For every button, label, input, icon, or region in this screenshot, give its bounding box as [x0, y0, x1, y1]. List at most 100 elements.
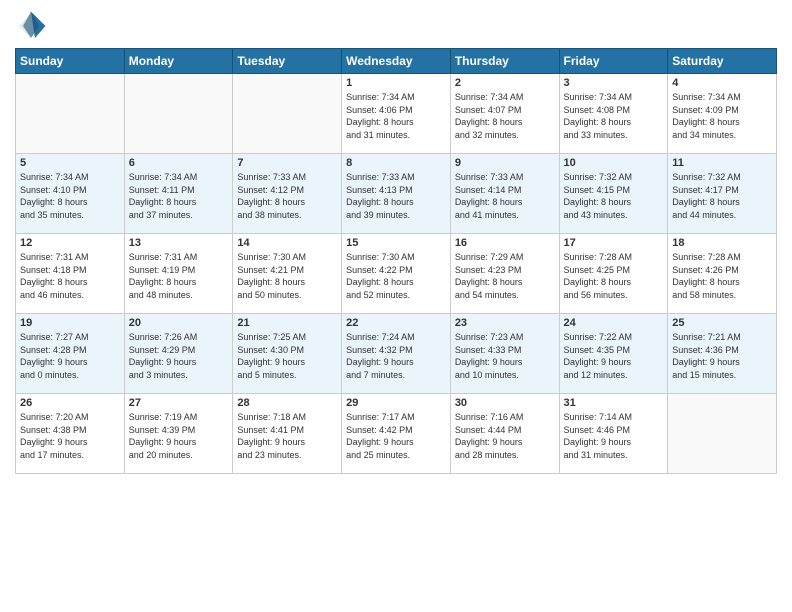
day-number: 23	[455, 317, 555, 329]
calendar-week-row: 26 Sunrise: 7:20 AM Sunset: 4:38 PM Dayli…	[16, 394, 777, 474]
day-info: Sunrise: 7:28 AM Sunset: 4:25 PM Dayligh…	[564, 251, 664, 301]
day-info: Sunrise: 7:33 AM Sunset: 4:13 PM Dayligh…	[346, 171, 446, 221]
calendar-week-row: 1 Sunrise: 7:34 AM Sunset: 4:06 PM Daylig…	[16, 74, 777, 154]
calendar-day-cell	[124, 74, 233, 154]
day-info: Sunrise: 7:26 AM Sunset: 4:29 PM Dayligh…	[129, 331, 229, 381]
calendar-day-header: Saturday	[668, 49, 777, 74]
calendar-day-cell: 9Sunrise: 7:33 AM Sunset: 4:14 PM Daylig…	[450, 154, 559, 234]
day-info: Sunrise: 7:33 AM Sunset: 4:12 PM Dayligh…	[237, 171, 337, 221]
calendar-day-cell: 28 Sunrise: 7:18 AM Sunset: 4:41 PM Dayli…	[233, 394, 342, 474]
day-info: Sunrise: 7:32 AM Sunset: 4:17 PM Dayligh…	[672, 171, 772, 221]
day-number: 19	[20, 317, 120, 329]
day-number: 8	[346, 157, 446, 169]
day-number: 18	[672, 237, 772, 249]
day-number: 15	[346, 237, 446, 249]
calendar-day-header: Sunday	[16, 49, 125, 74]
calendar-day-header: Tuesday	[233, 49, 342, 74]
calendar-day-cell: 29 Sunrise: 7:17 AM Sunset: 4:42 PM Dayli…	[342, 394, 451, 474]
day-number: 17	[564, 237, 664, 249]
day-info: Sunrise: 7:34 AM Sunset: 4:06 PM Dayligh…	[346, 91, 446, 141]
calendar-day-cell: 2Sunrise: 7:34 AM Sunset: 4:07 PM Daylig…	[450, 74, 559, 154]
calendar-day-cell: 3 Sunrise: 7:34 AM Sunset: 4:08 PM Daylig…	[559, 74, 668, 154]
day-info: Sunrise: 7:17 AM Sunset: 4:42 PM Dayligh…	[346, 411, 446, 461]
calendar-day-cell: 16 Sunrise: 7:29 AM Sunset: 4:23 PM Dayli…	[450, 234, 559, 314]
day-number: 5	[20, 157, 120, 169]
day-info: Sunrise: 7:34 AM Sunset: 4:10 PM Dayligh…	[20, 171, 120, 221]
day-number: 7	[237, 157, 337, 169]
calendar-day-cell: 17 Sunrise: 7:28 AM Sunset: 4:25 PM Dayli…	[559, 234, 668, 314]
calendar-table: SundayMondayTuesdayWednesdayThursdayFrid…	[15, 48, 777, 474]
day-number: 29	[346, 397, 446, 409]
day-info: Sunrise: 7:20 AM Sunset: 4:38 PM Dayligh…	[20, 411, 120, 461]
day-info: Sunrise: 7:34 AM Sunset: 4:11 PM Dayligh…	[129, 171, 229, 221]
calendar-day-cell: 20 Sunrise: 7:26 AM Sunset: 4:29 PM Dayli…	[124, 314, 233, 394]
day-info: Sunrise: 7:32 AM Sunset: 4:15 PM Dayligh…	[564, 171, 664, 221]
calendar-day-header: Monday	[124, 49, 233, 74]
calendar-day-cell: 8 Sunrise: 7:33 AM Sunset: 4:13 PM Daylig…	[342, 154, 451, 234]
day-number: 11	[672, 157, 772, 169]
calendar-day-cell: 19 Sunrise: 7:27 AM Sunset: 4:28 PM Dayli…	[16, 314, 125, 394]
page: SundayMondayTuesdayWednesdayThursdayFrid…	[0, 0, 792, 612]
calendar-day-cell: 24 Sunrise: 7:22 AM Sunset: 4:35 PM Dayli…	[559, 314, 668, 394]
day-number: 6	[129, 157, 229, 169]
calendar-day-header: Friday	[559, 49, 668, 74]
calendar-day-cell: 14 Sunrise: 7:30 AM Sunset: 4:21 PM Dayli…	[233, 234, 342, 314]
day-number: 27	[129, 397, 229, 409]
day-info: Sunrise: 7:16 AM Sunset: 4:44 PM Dayligh…	[455, 411, 555, 461]
day-number: 14	[237, 237, 337, 249]
day-number: 12	[20, 237, 120, 249]
day-number: 1	[346, 77, 446, 89]
day-info: Sunrise: 7:34 AM Sunset: 4:08 PM Dayligh…	[564, 91, 664, 141]
calendar-day-cell: 15 Sunrise: 7:30 AM Sunset: 4:22 PM Dayli…	[342, 234, 451, 314]
day-info: Sunrise: 7:23 AM Sunset: 4:33 PM Dayligh…	[455, 331, 555, 381]
day-info: Sunrise: 7:33 AM Sunset: 4:14 PM Dayligh…	[455, 171, 555, 221]
day-info: Sunrise: 7:18 AM Sunset: 4:41 PM Dayligh…	[237, 411, 337, 461]
calendar-day-cell	[16, 74, 125, 154]
day-number: 24	[564, 317, 664, 329]
day-number: 31	[564, 397, 664, 409]
calendar-day-cell	[233, 74, 342, 154]
day-number: 3	[564, 77, 664, 89]
logo-icon	[15, 10, 47, 42]
day-number: 28	[237, 397, 337, 409]
day-info: Sunrise: 7:34 AM Sunset: 4:09 PM Dayligh…	[672, 91, 772, 141]
day-number: 16	[455, 237, 555, 249]
day-number: 30	[455, 397, 555, 409]
day-info: Sunrise: 7:31 AM Sunset: 4:18 PM Dayligh…	[20, 251, 120, 301]
calendar-day-cell: 4 Sunrise: 7:34 AM Sunset: 4:09 PM Daylig…	[668, 74, 777, 154]
day-info: Sunrise: 7:22 AM Sunset: 4:35 PM Dayligh…	[564, 331, 664, 381]
calendar-day-cell: 1 Sunrise: 7:34 AM Sunset: 4:06 PM Daylig…	[342, 74, 451, 154]
calendar-day-cell: 7 Sunrise: 7:33 AM Sunset: 4:12 PM Daylig…	[233, 154, 342, 234]
day-info: Sunrise: 7:25 AM Sunset: 4:30 PM Dayligh…	[237, 331, 337, 381]
day-number: 10	[564, 157, 664, 169]
calendar-week-row: 5 Sunrise: 7:34 AM Sunset: 4:10 PM Daylig…	[16, 154, 777, 234]
header	[15, 10, 777, 42]
calendar-day-cell: 21 Sunrise: 7:25 AM Sunset: 4:30 PM Dayli…	[233, 314, 342, 394]
day-number: 4	[672, 77, 772, 89]
calendar-day-cell: 30 Sunrise: 7:16 AM Sunset: 4:44 PM Dayli…	[450, 394, 559, 474]
day-info: Sunrise: 7:21 AM Sunset: 4:36 PM Dayligh…	[672, 331, 772, 381]
day-number: 20	[129, 317, 229, 329]
calendar-day-cell	[668, 394, 777, 474]
day-info: Sunrise: 7:27 AM Sunset: 4:28 PM Dayligh…	[20, 331, 120, 381]
calendar-week-row: 12 Sunrise: 7:31 AM Sunset: 4:18 PM Dayli…	[16, 234, 777, 314]
calendar-day-cell: 23 Sunrise: 7:23 AM Sunset: 4:33 PM Dayli…	[450, 314, 559, 394]
calendar-day-cell: 5 Sunrise: 7:34 AM Sunset: 4:10 PM Daylig…	[16, 154, 125, 234]
calendar-day-cell: 10 Sunrise: 7:32 AM Sunset: 4:15 PM Dayli…	[559, 154, 668, 234]
calendar-day-cell: 27Sunrise: 7:19 AM Sunset: 4:39 PM Dayli…	[124, 394, 233, 474]
day-number: 26	[20, 397, 120, 409]
calendar-day-cell: 6 Sunrise: 7:34 AM Sunset: 4:11 PM Daylig…	[124, 154, 233, 234]
day-info: Sunrise: 7:30 AM Sunset: 4:21 PM Dayligh…	[237, 251, 337, 301]
day-number: 13	[129, 237, 229, 249]
calendar-week-row: 19 Sunrise: 7:27 AM Sunset: 4:28 PM Dayli…	[16, 314, 777, 394]
day-number: 21	[237, 317, 337, 329]
day-info: Sunrise: 7:31 AM Sunset: 4:19 PM Dayligh…	[129, 251, 229, 301]
calendar-day-cell: 13 Sunrise: 7:31 AM Sunset: 4:19 PM Dayli…	[124, 234, 233, 314]
day-info: Sunrise: 7:30 AM Sunset: 4:22 PM Dayligh…	[346, 251, 446, 301]
day-info: Sunrise: 7:29 AM Sunset: 4:23 PM Dayligh…	[455, 251, 555, 301]
day-info: Sunrise: 7:34 AM Sunset: 4:07 PM Dayligh…	[455, 91, 555, 141]
calendar-day-cell: 22Sunrise: 7:24 AM Sunset: 4:32 PM Dayli…	[342, 314, 451, 394]
calendar-header-row: SundayMondayTuesdayWednesdayThursdayFrid…	[16, 49, 777, 74]
day-info: Sunrise: 7:24 AM Sunset: 4:32 PM Dayligh…	[346, 331, 446, 381]
calendar-day-cell: 12 Sunrise: 7:31 AM Sunset: 4:18 PM Dayli…	[16, 234, 125, 314]
